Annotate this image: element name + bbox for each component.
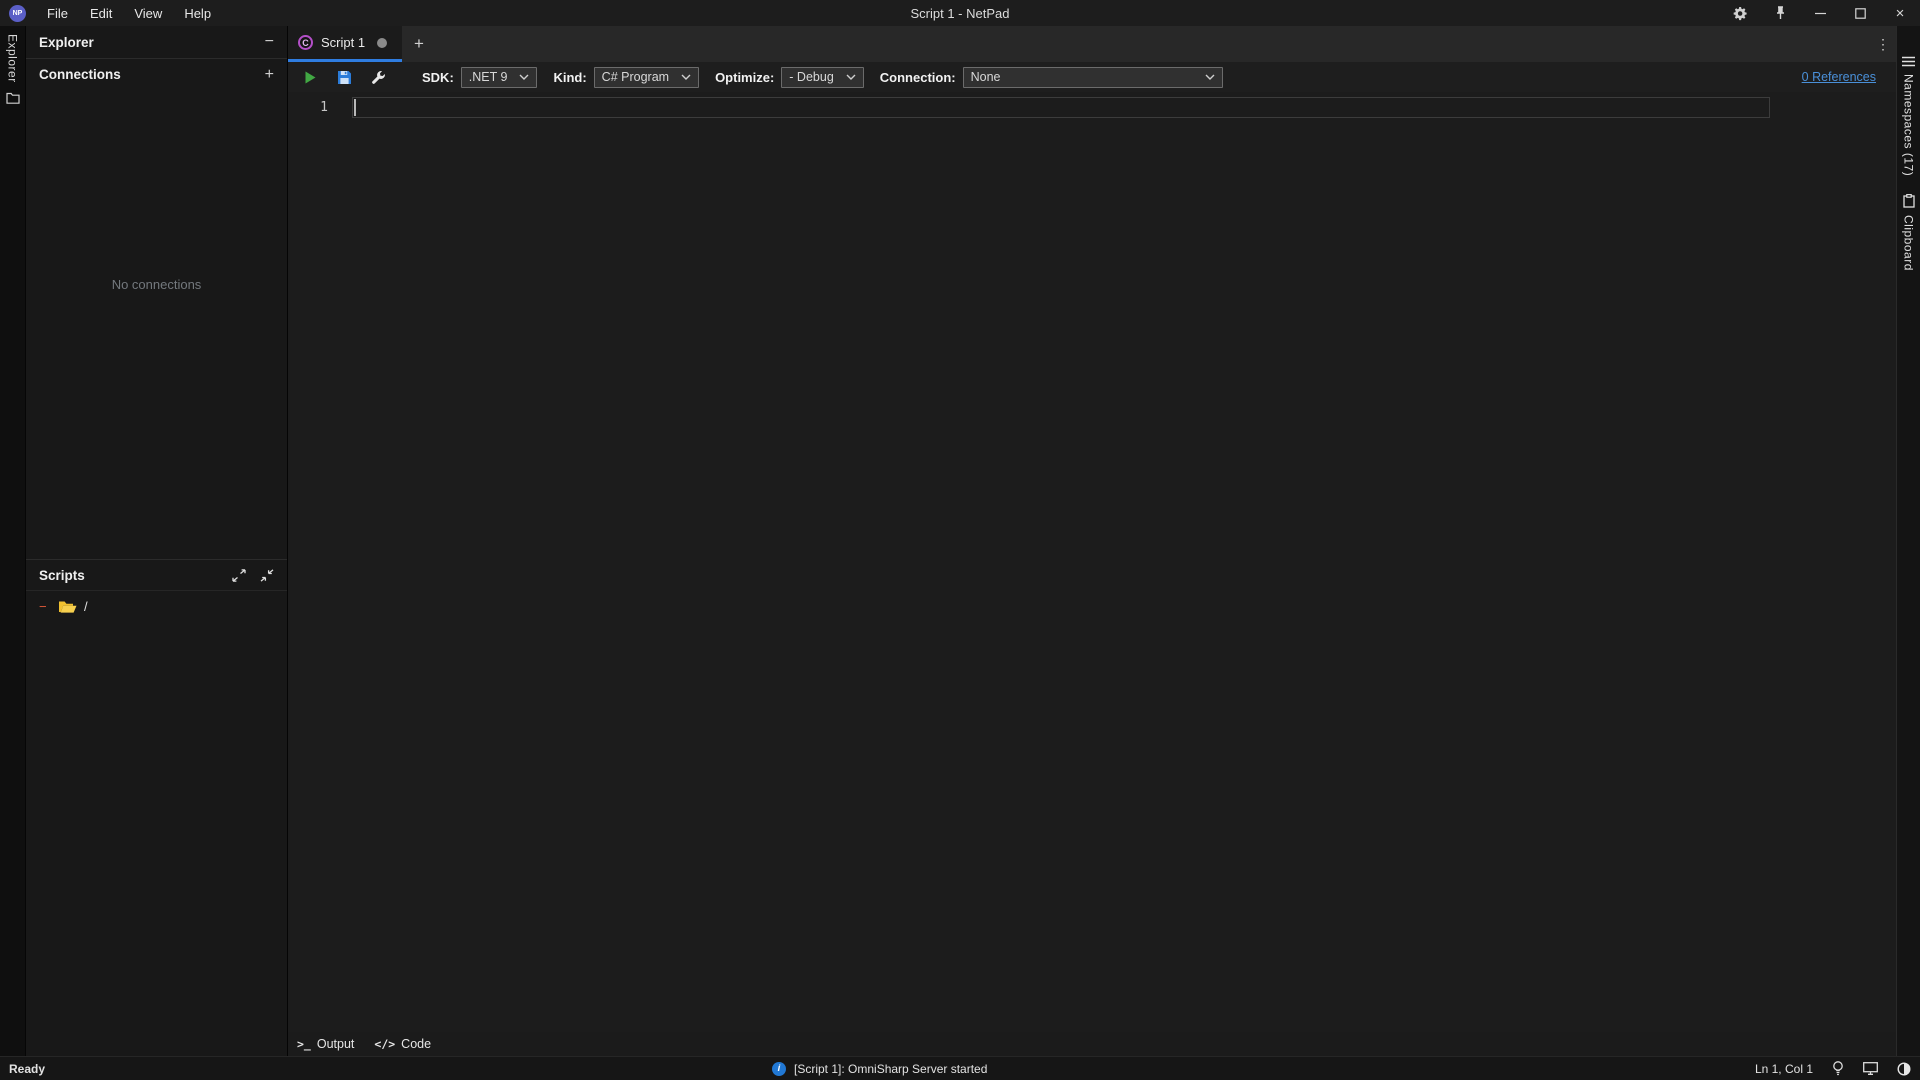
connections-title: Connections [39, 67, 121, 82]
cursor-position[interactable]: Ln 1, Col 1 [1755, 1062, 1813, 1076]
connection-value: None [970, 70, 1001, 84]
explorer-panel-header: Explorer − [26, 26, 287, 59]
menu-file[interactable]: File [36, 0, 79, 26]
tree-collapse-icon[interactable]: − [39, 599, 51, 614]
code-icon: </> [374, 1037, 396, 1051]
optimize-value: - Debug [789, 70, 834, 84]
ready-status: Ready [9, 1061, 46, 1076]
folder-outline-icon[interactable] [5, 92, 20, 104]
app-logo-icon: NP [9, 4, 26, 22]
scripts-title: Scripts [39, 567, 85, 583]
namespaces-rail-label[interactable]: Namespaces (17) [1902, 74, 1916, 176]
status-message-text: [Script 1]: OmniSharp Server started [794, 1061, 988, 1076]
chevron-down-icon [1205, 74, 1215, 80]
code-view-button[interactable]: </> Code [374, 1037, 431, 1051]
menu-help[interactable]: Help [173, 0, 222, 26]
right-activity-bar: Namespaces (17) Clipboard [1896, 26, 1920, 1056]
pin-icon[interactable] [1760, 0, 1800, 26]
kind-value: C# Program [601, 70, 670, 84]
sdk-value: .NET 9 [468, 70, 508, 84]
clipboard-icon[interactable] [1902, 194, 1915, 208]
collapse-all-icon[interactable] [260, 568, 274, 582]
save-button[interactable] [334, 67, 355, 88]
menu-view[interactable]: View [123, 0, 173, 26]
tab-overflow-menu-icon[interactable]: ⋮ [1870, 26, 1896, 62]
scripts-root-label: / [84, 599, 88, 614]
chevron-down-icon [846, 74, 856, 80]
chevron-down-icon [519, 74, 529, 80]
scripts-section-header: Scripts [26, 560, 287, 591]
app-body: Explorer Explorer − Connections + No con… [0, 26, 1920, 1056]
open-folder-icon [59, 601, 77, 613]
scripts-section: Scripts − / [26, 559, 287, 1056]
connections-list: No connections [26, 90, 287, 559]
line-number: 1 [320, 100, 328, 115]
current-line-highlight [352, 97, 1770, 118]
explorer-panel: Explorer − Connections + No connections … [26, 26, 288, 1056]
tab-script-1[interactable]: C Script 1 [288, 26, 402, 62]
namespaces-list-icon[interactable] [1902, 56, 1915, 67]
display-icon[interactable] [1863, 1062, 1878, 1075]
settings-gear-icon[interactable] [1720, 0, 1760, 26]
window-controls: × [1720, 0, 1920, 26]
close-button[interactable]: × [1880, 0, 1920, 26]
theme-toggle-icon[interactable] [1897, 1061, 1911, 1076]
status-message: i [Script 1]: OmniSharp Server started [772, 1061, 988, 1076]
tab-label: Script 1 [321, 35, 366, 50]
clipboard-rail-label[interactable]: Clipboard [1902, 215, 1916, 271]
chevron-down-icon [681, 74, 691, 80]
maximize-button[interactable] [1840, 0, 1880, 26]
new-tab-button[interactable]: + [402, 26, 436, 62]
explorer-panel-title: Explorer [39, 34, 94, 50]
menu-edit[interactable]: Edit [79, 0, 123, 26]
info-icon: i [772, 1061, 786, 1076]
connections-section-header: Connections + [26, 59, 287, 90]
lightbulb-icon[interactable] [1832, 1061, 1844, 1076]
left-activity-bar: Explorer [0, 26, 26, 1056]
status-bar: Ready i [Script 1]: OmniSharp Server sta… [0, 1056, 1920, 1080]
expand-all-icon[interactable] [232, 568, 246, 582]
minimize-button[interactable] [1800, 0, 1840, 26]
collapse-panel-button[interactable]: − [265, 34, 274, 50]
optimize-dropdown[interactable]: - Debug [781, 66, 864, 88]
text-caret [354, 99, 356, 116]
csharp-script-icon: C [298, 35, 313, 50]
output-label: Output [316, 1037, 355, 1051]
kind-label: Kind: [553, 69, 587, 85]
status-right-group: Ln 1, Col 1 [1755, 1061, 1911, 1076]
window-title: Script 1 - NetPad [910, 5, 1010, 21]
connection-label: Connection: [879, 69, 956, 85]
tab-strip: C Script 1 + ⋮ [288, 26, 1896, 62]
references-link[interactable]: 0 References [1802, 70, 1876, 84]
properties-wrench-icon[interactable] [368, 67, 389, 88]
connection-dropdown[interactable]: None [962, 66, 1223, 88]
run-button[interactable] [300, 67, 321, 88]
no-connections-text: No connections [111, 277, 202, 292]
bottom-view-bar: >_ Output </> Code [288, 1032, 1896, 1056]
editor-line-1: 1 [288, 97, 1896, 118]
main-area: C Script 1 + ⋮ SDK: .NET 9 Kind: C# Prog… [288, 26, 1896, 1056]
optimize-label: Optimize: [715, 69, 775, 85]
sdk-dropdown[interactable]: .NET 9 [460, 66, 538, 88]
add-connection-button[interactable]: + [265, 66, 274, 83]
code-label: Code [401, 1037, 432, 1051]
output-view-button[interactable]: >_ Output [297, 1037, 354, 1051]
kind-dropdown[interactable]: C# Program [593, 66, 700, 88]
title-bar: NP File Edit View Help Script 1 - NetPad… [0, 0, 1920, 26]
terminal-icon: >_ [297, 1037, 311, 1051]
scripts-root-item[interactable]: − / [26, 594, 287, 619]
script-toolbar: SDK: .NET 9 Kind: C# Program Optimize: -… [288, 62, 1896, 92]
sdk-label: SDK: [422, 69, 454, 85]
close-icon: × [1895, 4, 1905, 22]
explorer-rail-label[interactable]: Explorer [6, 34, 20, 83]
unsaved-dot-icon[interactable] [377, 37, 388, 48]
code-editor[interactable]: 1 [288, 92, 1896, 1032]
